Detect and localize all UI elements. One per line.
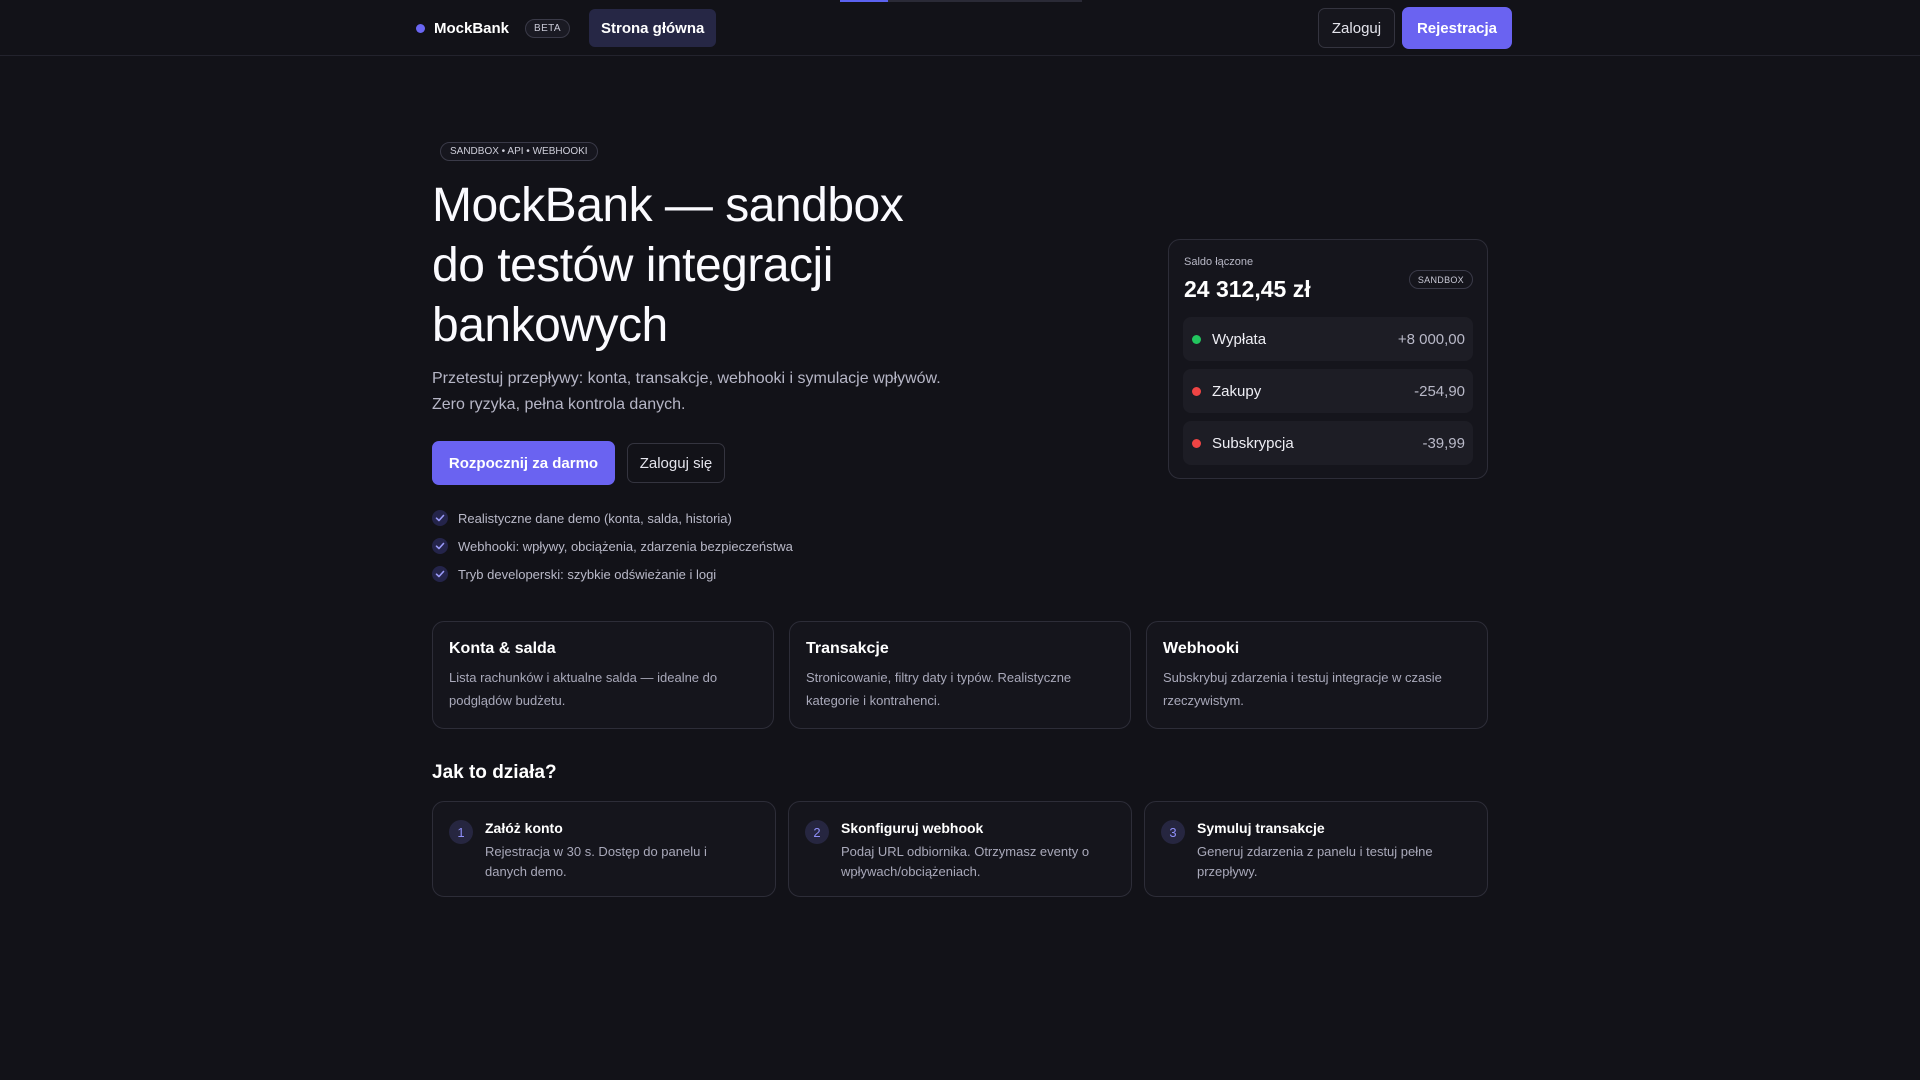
brand-name: MockBank bbox=[434, 19, 510, 37]
page-loading-indicator bbox=[840, 0, 1082, 2]
feature-card-description: Stronicowanie, filtry daty i typów. Real… bbox=[806, 666, 1114, 712]
transaction-row: Zakupy -254,90 bbox=[1183, 369, 1473, 413]
feature-card-text: kategorie i kontrahenci. bbox=[806, 693, 941, 708]
transaction-row: Subskrypcja -39,99 bbox=[1183, 421, 1473, 465]
step-number: 1 bbox=[449, 820, 473, 844]
step-number: 3 bbox=[1161, 820, 1185, 844]
step-title: Symuluj transakcje bbox=[1197, 820, 1325, 836]
transaction-value: +8 000,00 bbox=[1397, 330, 1465, 348]
checklist-text: Tryb developerski: szybkie odświeżanie i… bbox=[458, 566, 717, 582]
balance-amount: 24 312,45 zł bbox=[1184, 276, 1311, 302]
brand-logo[interactable]: MockBank BETA bbox=[416, 17, 571, 39]
start-free-button[interactable]: Rozpocznij za darmo bbox=[432, 441, 615, 485]
status-dot-icon bbox=[1192, 438, 1201, 448]
step-number: 2 bbox=[805, 820, 829, 844]
feature-checklist: Realistyczne dane demo (konta, salda, hi… bbox=[432, 504, 793, 588]
hero-title-line: bankowych bbox=[432, 299, 668, 352]
checklist-item: Webhooki: wpływy, obciążenia, zdarzenia … bbox=[432, 532, 793, 560]
feature-card-title: Konta & salda bbox=[449, 640, 556, 657]
hero-title-line: MockBank — sandbox bbox=[432, 179, 904, 232]
feature-card-title: Webhooki bbox=[1163, 640, 1240, 657]
transaction-row: Wypłata +8 000,00 bbox=[1183, 317, 1473, 361]
status-dot-icon bbox=[1192, 386, 1201, 396]
feature-card-text: rzeczywistym. bbox=[1163, 693, 1244, 708]
transaction-value: -254,90 bbox=[1414, 382, 1465, 400]
step-description: Podaj URL odbiornika. Otrzymasz eventy o… bbox=[841, 842, 1101, 882]
feature-card-accounts: Konta & salda Lista rachunków i aktualne… bbox=[432, 621, 774, 729]
transaction-label: Wypłata bbox=[1212, 330, 1267, 348]
balance-preview-card: Saldo łączone 24 312,45 zł SANDBOX Wypła… bbox=[1168, 239, 1488, 479]
check-icon bbox=[432, 538, 448, 554]
feature-card-webhooks: Webhooki Subskrybuj zdarzenia i testuj i… bbox=[1146, 621, 1488, 729]
step-description: Rejestracja w 30 s. Dostęp do panelu i d… bbox=[485, 842, 745, 882]
status-dot-icon bbox=[1192, 334, 1201, 344]
transaction-list: Wypłata +8 000,00 Zakupy -254,90 Subskry… bbox=[1183, 317, 1473, 473]
feature-card-title: Transakcje bbox=[806, 640, 889, 657]
checklist-text: Webhooki: wpływy, obciążenia, zdarzenia … bbox=[458, 538, 793, 554]
step-text: Generuj zdarzenia z panelu i testuj pełn… bbox=[1197, 844, 1433, 859]
top-navigation-bar: MockBank BETA Strona główna Zaloguj Reje… bbox=[0, 0, 1920, 56]
hero-subtitle: Przetestuj przepływy: konta, transakcje,… bbox=[432, 366, 992, 418]
nav-home-link[interactable]: Strona główna bbox=[589, 9, 717, 47]
register-button[interactable]: Rejestracja bbox=[1402, 7, 1512, 49]
checklist-item: Tryb developerski: szybkie odświeżanie i… bbox=[432, 560, 793, 588]
hero-subtitle-line: Zero ryzyka, pełna kontrola danych. bbox=[432, 396, 686, 413]
sandbox-badge: SANDBOX bbox=[1408, 270, 1473, 289]
hero-tag-pill: SANDBOX • API • WEBHOOKI bbox=[440, 142, 598, 161]
feature-card-description: Subskrybuj zdarzenia i testuj integracje… bbox=[1163, 666, 1471, 712]
hero-title-line: do testów integracji bbox=[432, 239, 833, 292]
step-text: Rejestracja w 30 s. Dostęp do panelu i bbox=[485, 844, 707, 859]
feature-card-description: Lista rachunków i aktualne salda — ideal… bbox=[449, 666, 757, 712]
step-text: wpływach/obciążeniach. bbox=[841, 864, 981, 879]
step-title: Skonfiguruj webhook bbox=[841, 820, 984, 836]
hero-title: MockBank — sandbox do testów integracji … bbox=[432, 176, 992, 356]
feature-card-transactions: Transakcje Stronicowanie, filtry daty i … bbox=[789, 621, 1131, 729]
step-card-2: 2 Skonfiguruj webhook Podaj URL odbiorni… bbox=[788, 801, 1132, 897]
brand-dot-icon bbox=[416, 23, 425, 33]
checklist-text: Realistyczne dane demo (konta, salda, hi… bbox=[458, 510, 732, 526]
hero-subtitle-line: Przetestuj przepływy: konta, transakcje,… bbox=[432, 370, 941, 387]
beta-badge: BETA bbox=[525, 18, 571, 38]
step-card-3: 3 Symuluj transakcje Generuj zdarzenia z… bbox=[1144, 801, 1488, 897]
step-text: przepływy. bbox=[1197, 864, 1258, 879]
step-title: Załóż konto bbox=[485, 820, 563, 836]
check-icon bbox=[432, 566, 448, 582]
feature-card-text: podglądów budżetu. bbox=[449, 693, 566, 708]
check-icon bbox=[432, 510, 448, 526]
hero-login-button[interactable]: Zaloguj się bbox=[627, 443, 725, 483]
login-button[interactable]: Zaloguj bbox=[1318, 8, 1395, 48]
transaction-label: Zakupy bbox=[1212, 382, 1262, 400]
feature-card-text: Stronicowanie, filtry daty i typów. Real… bbox=[806, 670, 1072, 685]
feature-card-text: Lista rachunków i aktualne salda — ideal… bbox=[449, 670, 718, 685]
step-card-1: 1 Załóż konto Rejestracja w 30 s. Dostęp… bbox=[432, 801, 776, 897]
transaction-label: Subskrypcja bbox=[1212, 434, 1294, 452]
balance-label: Saldo łączone bbox=[1184, 256, 1254, 268]
checklist-item: Realistyczne dane demo (konta, salda, hi… bbox=[432, 504, 793, 532]
how-it-works-title: Jak to działa? bbox=[432, 762, 557, 783]
step-text: Podaj URL odbiornika. Otrzymasz eventy o bbox=[841, 844, 1090, 859]
feature-card-text: Subskrybuj zdarzenia i testuj integracje… bbox=[1163, 670, 1442, 685]
transaction-value: -39,99 bbox=[1422, 434, 1465, 452]
step-text: danych demo. bbox=[485, 864, 567, 879]
step-description: Generuj zdarzenia z panelu i testuj pełn… bbox=[1197, 842, 1457, 882]
